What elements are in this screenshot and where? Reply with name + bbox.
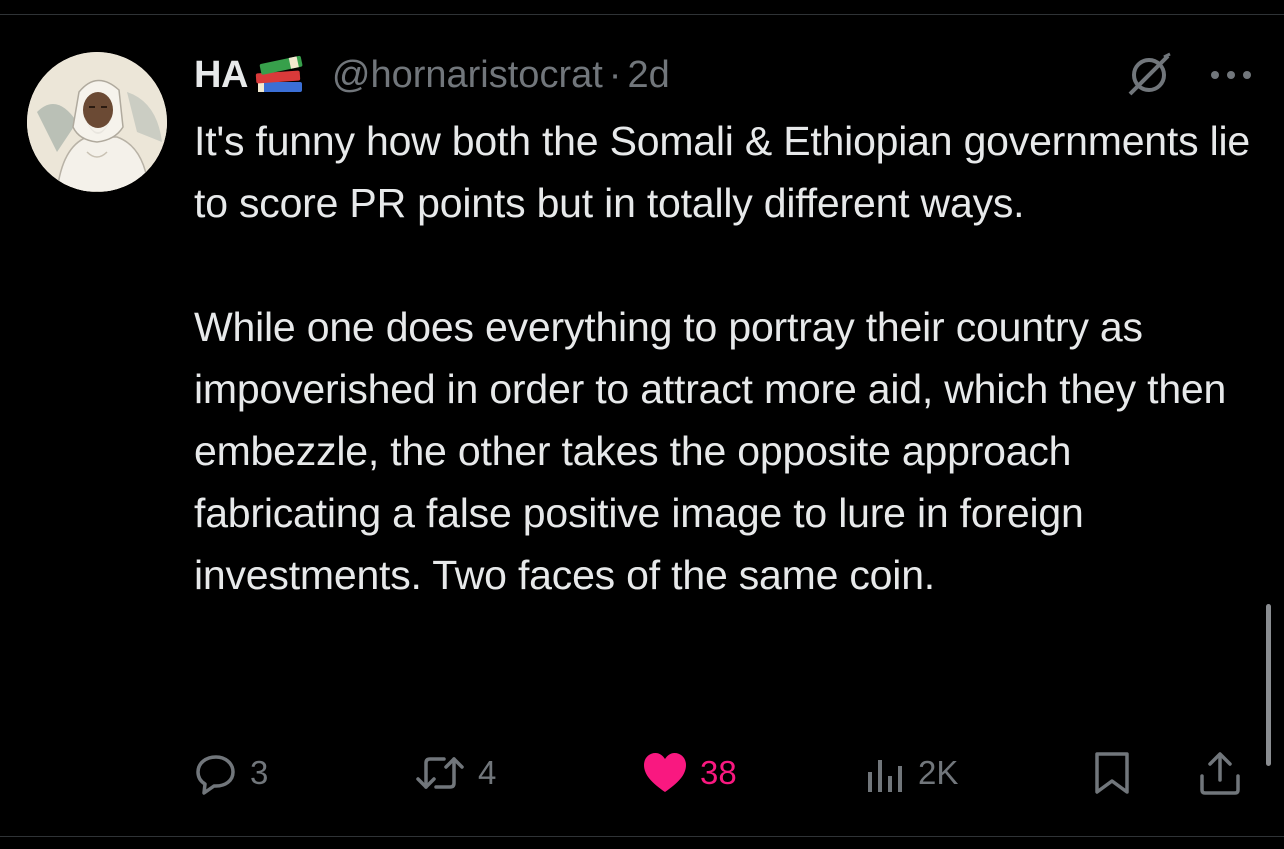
more-icon[interactable] [1208, 65, 1254, 85]
retweet-button[interactable]: 4 [414, 748, 496, 798]
heart-icon [644, 753, 686, 792]
bookmark-icon [1095, 752, 1129, 794]
bottom-divider [0, 836, 1284, 837]
action-bar: 3 4 38 2K [194, 748, 1254, 798]
header-actions [1124, 50, 1254, 100]
author-handle[interactable]: @hornaristocrat [332, 54, 603, 97]
top-divider [0, 14, 1284, 15]
avatar[interactable] [27, 52, 167, 192]
views-count: 2K [918, 754, 959, 791]
like-count: 38 [700, 754, 737, 791]
like-button[interactable]: 38 [642, 748, 737, 798]
views-button[interactable]: 2K [866, 748, 958, 798]
separator-dot: · [608, 53, 622, 96]
retweet-count: 4 [478, 754, 497, 791]
books-icon [250, 52, 310, 98]
share-icon [1200, 752, 1240, 795]
tweet-paragraph-1: It's funny how both the Somali & Ethiopi… [194, 118, 1251, 226]
avatar-image [27, 52, 167, 192]
retweet-icon [416, 757, 464, 789]
tweet-text: It's funny how both the Somali & Ethiopi… [194, 110, 1258, 606]
grok-icon[interactable] [1124, 50, 1174, 100]
scrollbar[interactable] [1266, 604, 1271, 766]
share-button[interactable] [1198, 748, 1242, 798]
reply-icon [196, 755, 235, 795]
author-name[interactable]: HA [194, 54, 248, 97]
views-icon [868, 760, 902, 792]
bookmark-button[interactable] [1092, 748, 1132, 798]
reply-count: 3 [250, 754, 269, 791]
reply-button[interactable]: 3 [194, 748, 268, 798]
post-time[interactable]: 2d [627, 54, 669, 97]
tweet-header: HA @hornaristocrat · 2d [194, 50, 1254, 100]
tweet-paragraph-2: While one does everything to portray the… [194, 304, 1227, 598]
